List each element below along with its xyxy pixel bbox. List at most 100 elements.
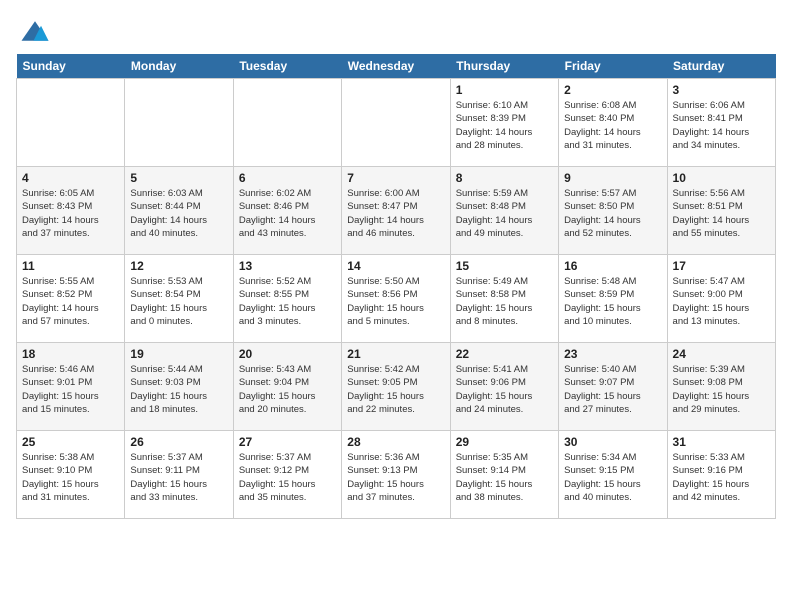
day-info: Sunrise: 5:52 AM Sunset: 8:55 PM Dayligh…: [239, 275, 336, 328]
day-number: 3: [673, 83, 770, 97]
day-info: Sunrise: 5:36 AM Sunset: 9:13 PM Dayligh…: [347, 451, 444, 504]
weekday-header-row: SundayMondayTuesdayWednesdayThursdayFrid…: [17, 54, 776, 79]
calendar-week-row: 18 Sunrise: 5:46 AM Sunset: 9:01 PM Dayli…: [17, 343, 776, 431]
calendar-cell: 14 Sunrise: 5:50 AM Sunset: 8:56 PM Dayli…: [342, 255, 450, 343]
calendar-cell: 25Sunrise: 5:38 AM Sunset: 9:10 PM Dayli…: [17, 431, 125, 519]
day-number: 16: [564, 259, 661, 273]
day-number: 5: [130, 171, 227, 185]
calendar-cell: 29Sunrise: 5:35 AM Sunset: 9:14 PM Dayli…: [450, 431, 558, 519]
calendar-cell: [17, 79, 125, 167]
day-info: Sunrise: 5:57 AM Sunset: 8:50 PM Dayligh…: [564, 187, 661, 240]
day-info: Sunrise: 6:02 AM Sunset: 8:46 PM Dayligh…: [239, 187, 336, 240]
calendar-cell: 26 Sunrise: 5:37 AM Sunset: 9:11 PM Dayli…: [125, 431, 233, 519]
calendar-cell: 10 Sunrise: 5:56 AM Sunset: 8:51 PM Dayli…: [667, 167, 775, 255]
calendar-cell: [342, 79, 450, 167]
day-info: Sunrise: 5:55 AM Sunset: 8:52 PM Dayligh…: [22, 275, 119, 328]
day-info: Sunrise: 5:41 AM Sunset: 9:06 PM Dayligh…: [456, 363, 553, 416]
calendar-week-row: 11Sunrise: 5:55 AM Sunset: 8:52 PM Dayli…: [17, 255, 776, 343]
calendar-cell: 28 Sunrise: 5:36 AM Sunset: 9:13 PM Dayli…: [342, 431, 450, 519]
logo-icon: [20, 16, 50, 46]
day-number: 22: [456, 347, 553, 361]
day-info: Sunrise: 5:59 AM Sunset: 8:48 PM Dayligh…: [456, 187, 553, 240]
day-info: Sunrise: 6:06 AM Sunset: 8:41 PM Dayligh…: [673, 99, 770, 152]
day-info: Sunrise: 6:00 AM Sunset: 8:47 PM Dayligh…: [347, 187, 444, 240]
day-number: 1: [456, 83, 553, 97]
day-info: Sunrise: 6:10 AM Sunset: 8:39 PM Dayligh…: [456, 99, 553, 152]
day-number: 19: [130, 347, 227, 361]
day-info: Sunrise: 5:48 AM Sunset: 8:59 PM Dayligh…: [564, 275, 661, 328]
calendar-cell: 15 Sunrise: 5:49 AM Sunset: 8:58 PM Dayli…: [450, 255, 558, 343]
calendar-cell: 23Sunrise: 5:40 AM Sunset: 9:07 PM Dayli…: [559, 343, 667, 431]
calendar-cell: 21 Sunrise: 5:42 AM Sunset: 9:05 PM Dayli…: [342, 343, 450, 431]
day-info: Sunrise: 5:37 AM Sunset: 9:12 PM Dayligh…: [239, 451, 336, 504]
day-info: Sunrise: 5:46 AM Sunset: 9:01 PM Dayligh…: [22, 363, 119, 416]
day-number: 8: [456, 171, 553, 185]
page-header: [16, 16, 776, 46]
day-info: Sunrise: 5:50 AM Sunset: 8:56 PM Dayligh…: [347, 275, 444, 328]
calendar-cell: 27Sunrise: 5:37 AM Sunset: 9:12 PM Dayli…: [233, 431, 341, 519]
day-info: Sunrise: 5:49 AM Sunset: 8:58 PM Dayligh…: [456, 275, 553, 328]
day-number: 12: [130, 259, 227, 273]
weekday-header: Saturday: [667, 54, 775, 79]
day-number: 9: [564, 171, 661, 185]
calendar-cell: 12Sunrise: 5:53 AM Sunset: 8:54 PM Dayli…: [125, 255, 233, 343]
calendar-cell: 1 Sunrise: 6:10 AM Sunset: 8:39 PM Daylig…: [450, 79, 558, 167]
day-info: Sunrise: 5:44 AM Sunset: 9:03 PM Dayligh…: [130, 363, 227, 416]
day-number: 26: [130, 435, 227, 449]
calendar-table: SundayMondayTuesdayWednesdayThursdayFrid…: [16, 54, 776, 519]
weekday-header: Sunday: [17, 54, 125, 79]
calendar-cell: 31 Sunrise: 5:33 AM Sunset: 9:16 PM Dayli…: [667, 431, 775, 519]
calendar-week-row: 4 Sunrise: 6:05 AM Sunset: 8:43 PM Daylig…: [17, 167, 776, 255]
calendar-cell: 7 Sunrise: 6:00 AM Sunset: 8:47 PM Daylig…: [342, 167, 450, 255]
day-number: 15: [456, 259, 553, 273]
calendar-cell: 6 Sunrise: 6:02 AM Sunset: 8:46 PM Daylig…: [233, 167, 341, 255]
day-info: Sunrise: 5:47 AM Sunset: 9:00 PM Dayligh…: [673, 275, 770, 328]
day-number: 31: [673, 435, 770, 449]
day-info: Sunrise: 5:56 AM Sunset: 8:51 PM Dayligh…: [673, 187, 770, 240]
weekday-header: Friday: [559, 54, 667, 79]
day-info: Sunrise: 5:33 AM Sunset: 9:16 PM Dayligh…: [673, 451, 770, 504]
day-info: Sunrise: 5:37 AM Sunset: 9:11 PM Dayligh…: [130, 451, 227, 504]
calendar-cell: 9 Sunrise: 5:57 AM Sunset: 8:50 PM Daylig…: [559, 167, 667, 255]
day-info: Sunrise: 5:42 AM Sunset: 9:05 PM Dayligh…: [347, 363, 444, 416]
calendar-cell: 18 Sunrise: 5:46 AM Sunset: 9:01 PM Dayli…: [17, 343, 125, 431]
day-info: Sunrise: 5:34 AM Sunset: 9:15 PM Dayligh…: [564, 451, 661, 504]
day-number: 18: [22, 347, 119, 361]
weekday-header: Monday: [125, 54, 233, 79]
calendar-cell: 4 Sunrise: 6:05 AM Sunset: 8:43 PM Daylig…: [17, 167, 125, 255]
day-number: 24: [673, 347, 770, 361]
logo: [16, 16, 50, 46]
day-number: 21: [347, 347, 444, 361]
day-number: 28: [347, 435, 444, 449]
calendar-cell: 2Sunrise: 6:08 AM Sunset: 8:40 PM Daylig…: [559, 79, 667, 167]
calendar-week-row: 1 Sunrise: 6:10 AM Sunset: 8:39 PM Daylig…: [17, 79, 776, 167]
day-info: Sunrise: 6:03 AM Sunset: 8:44 PM Dayligh…: [130, 187, 227, 240]
day-number: 4: [22, 171, 119, 185]
day-info: Sunrise: 5:40 AM Sunset: 9:07 PM Dayligh…: [564, 363, 661, 416]
day-number: 13: [239, 259, 336, 273]
day-number: 20: [239, 347, 336, 361]
day-info: Sunrise: 5:38 AM Sunset: 9:10 PM Dayligh…: [22, 451, 119, 504]
day-number: 7: [347, 171, 444, 185]
day-number: 2: [564, 83, 661, 97]
calendar-cell: 13 Sunrise: 5:52 AM Sunset: 8:55 PM Dayli…: [233, 255, 341, 343]
calendar-cell: [125, 79, 233, 167]
day-info: Sunrise: 5:35 AM Sunset: 9:14 PM Dayligh…: [456, 451, 553, 504]
day-number: 30: [564, 435, 661, 449]
calendar-cell: 5 Sunrise: 6:03 AM Sunset: 8:44 PM Daylig…: [125, 167, 233, 255]
calendar-cell: 24 Sunrise: 5:39 AM Sunset: 9:08 PM Dayli…: [667, 343, 775, 431]
day-info: Sunrise: 6:05 AM Sunset: 8:43 PM Dayligh…: [22, 187, 119, 240]
calendar-week-row: 25Sunrise: 5:38 AM Sunset: 9:10 PM Dayli…: [17, 431, 776, 519]
calendar-cell: 20 Sunrise: 5:43 AM Sunset: 9:04 PM Dayli…: [233, 343, 341, 431]
calendar-cell: 16 Sunrise: 5:48 AM Sunset: 8:59 PM Dayli…: [559, 255, 667, 343]
day-info: Sunrise: 5:43 AM Sunset: 9:04 PM Dayligh…: [239, 363, 336, 416]
weekday-header: Wednesday: [342, 54, 450, 79]
day-number: 6: [239, 171, 336, 185]
day-number: 10: [673, 171, 770, 185]
calendar-cell: 22 Sunrise: 5:41 AM Sunset: 9:06 PM Dayli…: [450, 343, 558, 431]
day-info: Sunrise: 5:39 AM Sunset: 9:08 PM Dayligh…: [673, 363, 770, 416]
day-number: 14: [347, 259, 444, 273]
calendar-cell: 17 Sunrise: 5:47 AM Sunset: 9:00 PM Dayli…: [667, 255, 775, 343]
calendar-cell: 3 Sunrise: 6:06 AM Sunset: 8:41 PM Daylig…: [667, 79, 775, 167]
day-number: 17: [673, 259, 770, 273]
